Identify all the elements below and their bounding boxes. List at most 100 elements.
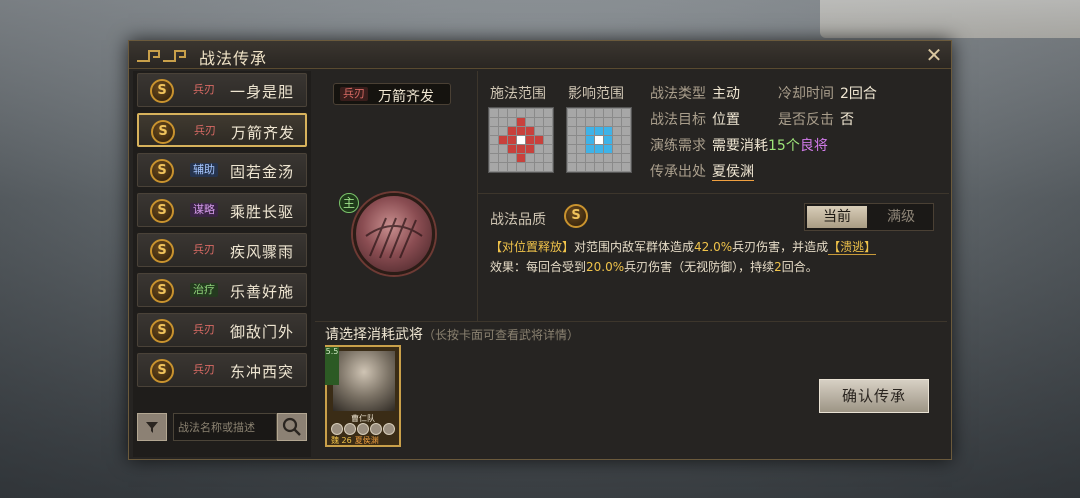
source-value[interactable]: 夏侯渊 xyxy=(712,164,754,181)
quality-label: 战法品质 xyxy=(490,212,546,228)
counter-row: 是否反击否 xyxy=(778,109,854,129)
cast-range-grid xyxy=(488,107,554,173)
skill-name: 一身是胆 xyxy=(230,83,295,101)
search-bar xyxy=(137,411,307,441)
grade-badge: S xyxy=(150,319,174,343)
skill-type-tag: 谋略 xyxy=(190,203,218,217)
skill-type-value: 主动 xyxy=(712,86,740,102)
grade-badge: S xyxy=(150,359,174,383)
star-icon xyxy=(370,423,382,435)
skill-item-selected[interactable]: S 兵刃 万箭齐发 xyxy=(137,113,307,147)
skill-preview: 兵刃 万箭齐发 主 xyxy=(315,71,473,321)
source-label: 传承出处 xyxy=(650,164,706,180)
general-footer: 魏 26 夏侯渊 xyxy=(331,435,379,446)
desc-tag: 【对位置释放】 xyxy=(490,240,575,254)
requirement-prefix: 需要消耗 xyxy=(712,138,768,154)
background-topbar xyxy=(820,0,1080,38)
general-card[interactable]: 5.5 曹仁队 魏 26 夏侯渊 xyxy=(325,345,401,447)
desc-text: 回合。 xyxy=(781,260,818,274)
grade-badge: S xyxy=(150,239,174,263)
grade-badge: S xyxy=(150,279,174,303)
skill-description: 【对位置释放】对范围内敌军群体造成42.0%兵刃伤害，并造成【溃逃】 效果：每回… xyxy=(490,237,940,277)
inheritance-panel: 战法传承 ✕ S 兵刃 一身是胆 S 兵刃 万箭齐发 S 辅助 固若金汤 S 谋… xyxy=(128,40,952,460)
confirm-inherit-button[interactable]: 确认传承 xyxy=(819,379,929,413)
cast-range-label: 施法范围 xyxy=(490,86,546,102)
general-stars xyxy=(331,423,399,435)
tab-max-level[interactable]: 满级 xyxy=(871,206,931,228)
skill-type-tag: 兵刃 xyxy=(193,243,215,256)
tab-current[interactable]: 当前 xyxy=(807,206,867,228)
requirement-count: 15个 xyxy=(768,138,800,154)
skill-item[interactable]: S 兵刃 疾风骤雨 xyxy=(137,233,307,267)
skill-type-tag: 兵刃 xyxy=(193,363,215,376)
skill-name: 乐善好施 xyxy=(230,283,295,301)
general-level: 26 xyxy=(341,436,352,445)
grade-badge: S xyxy=(151,120,175,144)
source-row: 传承出处 夏侯渊 xyxy=(650,161,754,181)
skill-art-icon xyxy=(353,193,435,275)
skill-name: 疾风骤雨 xyxy=(230,243,295,261)
cooldown-value: 2回合 xyxy=(840,86,877,102)
skill-name: 御敌门外 xyxy=(230,323,295,341)
skill-type-tag: 兵刃 xyxy=(340,87,368,101)
window-title: 战法传承 xyxy=(199,49,268,68)
skill-name: 万箭齐发 xyxy=(378,89,434,105)
target-row: 战法目标 位置 xyxy=(650,109,740,129)
grade-badge: S xyxy=(150,79,174,103)
search-input[interactable] xyxy=(173,413,277,441)
cooldown-row: 冷却时间 2回合 xyxy=(778,83,877,103)
skill-name-plate: 兵刃 万箭齐发 xyxy=(333,83,451,105)
general-name: 夏侯渊 xyxy=(354,436,379,445)
divider xyxy=(478,193,949,194)
skill-type-tag: 兵刃 xyxy=(193,83,215,96)
search-icon xyxy=(282,417,301,436)
desc-text: 效果：每回合受到 xyxy=(490,260,587,274)
skill-name: 乘胜长驱 xyxy=(230,203,295,221)
skill-type-tag: 治疗 xyxy=(190,283,218,297)
skill-item[interactable]: S 辅助 固若金汤 xyxy=(137,153,307,187)
title-bar: 战法传承 ✕ xyxy=(129,41,951,69)
consume-general-hint: （长按卡面可查看武将详情） xyxy=(423,328,580,342)
general-cost-badge: 5.5 xyxy=(325,347,339,385)
desc-text: 对范围内敌军群体造成 xyxy=(574,240,695,254)
main-skill-badge: 主 xyxy=(339,193,359,213)
desc-status-tag[interactable]: 【溃逃】 xyxy=(828,240,877,255)
star-icon xyxy=(331,423,343,435)
skill-item[interactable]: S 谋略 乘胜长驱 xyxy=(137,193,307,227)
title-ornament-icon xyxy=(137,50,186,62)
desc-turns: 2 xyxy=(774,260,782,274)
skill-type-tag: 辅助 xyxy=(190,163,218,177)
level-tabs: 当前 满级 xyxy=(804,203,934,231)
skill-item[interactable]: S 兵刃 御敌门外 xyxy=(137,313,307,347)
requirement-item: 良将 xyxy=(799,138,828,154)
skill-name: 固若金汤 xyxy=(230,163,295,181)
desc-text: 兵刃伤害，并造成 xyxy=(732,240,829,254)
general-side: 魏 xyxy=(331,436,339,445)
search-button[interactable] xyxy=(277,413,307,441)
divider xyxy=(315,321,947,322)
counter-value: 否 xyxy=(840,112,854,128)
general-portrait xyxy=(333,351,395,411)
effect-range-label: 影响范围 xyxy=(568,86,624,102)
close-button[interactable]: ✕ xyxy=(923,44,945,66)
effect-range-grid xyxy=(566,107,632,173)
skill-name: 万箭齐发 xyxy=(231,124,296,142)
skill-type-tag: 兵刃 xyxy=(194,124,216,137)
consume-general-title: 请选择消耗武将 xyxy=(325,327,423,343)
star-icon xyxy=(383,423,395,435)
filter-button[interactable] xyxy=(137,413,167,441)
general-cost: 5.5 xyxy=(325,347,339,356)
requirement-label: 演练需求 xyxy=(650,138,706,154)
skill-type-label: 战法类型 xyxy=(650,86,706,102)
skill-name: 东冲西突 xyxy=(230,363,295,381)
skill-item[interactable]: S 兵刃 东冲西突 xyxy=(137,353,307,387)
requirement-row: 演练需求 需要消耗15个良将 xyxy=(650,135,828,155)
quality-badge: S xyxy=(564,204,588,228)
skill-item[interactable]: S 兵刃 一身是胆 xyxy=(137,73,307,107)
star-icon xyxy=(357,423,369,435)
grade-badge: S xyxy=(150,199,174,223)
star-icon xyxy=(344,423,356,435)
filter-icon xyxy=(146,422,158,433)
skill-item[interactable]: S 治疗 乐善好施 xyxy=(137,273,307,307)
counter-label: 是否反击 xyxy=(778,112,834,128)
